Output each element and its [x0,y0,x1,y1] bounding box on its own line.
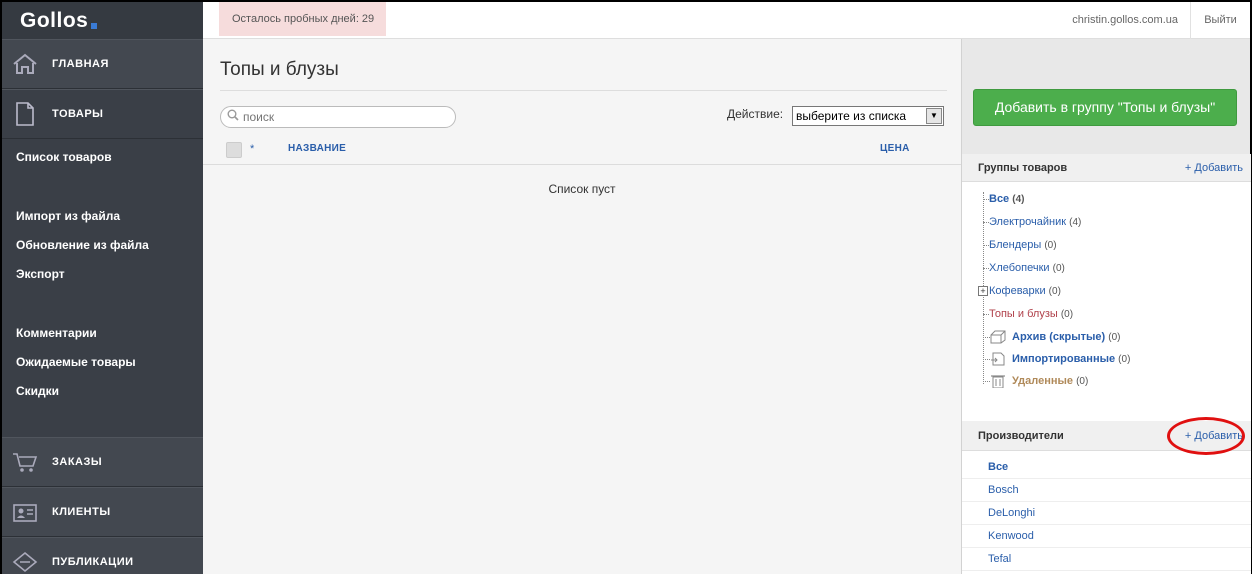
sidebar-item-label: ЗАКАЗЫ [52,456,103,468]
annotation-red-circle [1167,417,1245,455]
user-account-link[interactable]: christin.gollos.com.ua [1072,2,1178,39]
submenu-update[interactable]: Обновление из файла [2,231,203,260]
manufacturers-title: Производители [978,430,1064,442]
logout-button[interactable]: Выйти [1190,2,1250,39]
sidebar-item-clients[interactable]: КЛИЕНТЫ [2,487,203,537]
submenu-discounts[interactable]: Скидки [2,377,203,406]
group-item-deleted[interactable]: Удаленные (0) [962,370,1251,392]
search-box[interactable] [220,106,456,128]
action-select[interactable]: выберите из списка ▼ [792,106,944,126]
clients-icon [10,497,40,527]
home-icon [10,49,40,79]
submenu-expected[interactable]: Ожидаемые товары [2,348,203,377]
top-bar: Осталось пробных дней: 29 christin.gollo… [203,2,1250,39]
archive-box-icon [990,330,1006,344]
add-to-group-button[interactable]: Добавить в группу "Топы и блузы" [973,89,1237,126]
document-icon [10,99,40,129]
maker-item[interactable]: Bosch [962,479,1251,502]
sidebar-item-label: ПУБЛИКАЦИИ [52,556,134,568]
group-item-imported[interactable]: Импортированные (0) [962,348,1251,370]
imported-icon [990,352,1006,366]
app-logo[interactable]: Gollos [2,2,203,39]
sidebar-item-label: ГЛАВНАЯ [52,58,109,70]
maker-item[interactable]: Kenwood [962,525,1251,548]
manufacturers-list: Все Bosch DeLonghi Kenwood Tefal [962,451,1251,571]
group-item-blenders[interactable]: Блендеры (0) [962,234,1251,257]
submenu-comments[interactable]: Комментарии [2,319,203,348]
search-icon [227,108,239,126]
maker-item[interactable]: Tefal [962,548,1251,571]
maker-item-all[interactable]: Все [962,456,1251,479]
submenu-import[interactable]: Импорт из файла [2,202,203,231]
title-divider [220,90,947,91]
sidebar: Gollos ГЛАВНАЯ ТОВАРЫ Список товаров Имп… [2,2,203,574]
right-panel: Добавить в группу "Топы и блузы" Группы … [961,39,1251,574]
sidebar-item-products[interactable]: ТОВАРЫ [2,89,203,139]
cart-icon [10,447,40,477]
logo-dot-icon [91,22,98,29]
group-item-all[interactable]: Все (4) [962,188,1251,211]
submenu-export[interactable]: Экспорт [2,260,203,289]
trash-icon [990,374,1006,389]
search-input[interactable] [243,110,443,124]
sidebar-item-publications[interactable]: ПУБЛИКАЦИИ [2,537,203,574]
sidebar-item-orders[interactable]: ЗАКАЗЫ [2,437,203,487]
dropdown-arrow-icon: ▼ [926,108,942,124]
action-label: Действие: [727,107,784,121]
trial-days-badge: Осталось пробных дней: 29 [219,2,386,36]
sidebar-item-home[interactable]: ГЛАВНАЯ [2,39,203,89]
group-item-coffee[interactable]: + Кофеварки (0) [962,280,1251,303]
groups-tree: Все (4) Электрочайник (4) Блендеры (0) Х… [962,182,1251,392]
select-all-checkbox[interactable] [226,142,242,158]
expand-plus-icon[interactable]: + [978,286,988,296]
group-item-archive[interactable]: Архив (скрытые) (0) [962,326,1251,348]
groups-title: Группы товаров [978,162,1068,174]
column-price[interactable]: ЦЕНА [880,143,910,154]
group-item-kettle[interactable]: Электрочайник (4) [962,211,1251,234]
maker-item[interactable]: DeLonghi [962,502,1251,525]
page-title: Топы и блузы [220,59,339,80]
groups-header: Группы товаров + Добавить [962,154,1251,182]
publications-icon [10,547,40,574]
sidebar-item-label: ТОВАРЫ [52,108,104,120]
sidebar-item-label: КЛИЕНТЫ [52,506,111,518]
column-star[interactable]: * [250,143,254,155]
group-item-tops[interactable]: Топы и блузы (0) [962,303,1251,326]
column-name[interactable]: НАЗВАНИЕ [288,143,346,154]
product-groups-panel: Группы товаров + Добавить Все (4) Электр… [962,154,1251,421]
empty-list-message: Список пуст [548,182,616,196]
group-item-breadmakers[interactable]: Хлебопечки (0) [962,257,1251,280]
products-submenu: Список товаров Импорт из файла Обновлени… [2,139,203,449]
main-content: Топы и блузы Действие: выберите из списк… [203,39,961,574]
table-header: * НАЗВАНИЕ ЦЕНА [203,136,961,165]
submenu-product-list[interactable]: Список товаров [2,143,203,172]
add-group-link[interactable]: + Добавить [1185,162,1243,174]
